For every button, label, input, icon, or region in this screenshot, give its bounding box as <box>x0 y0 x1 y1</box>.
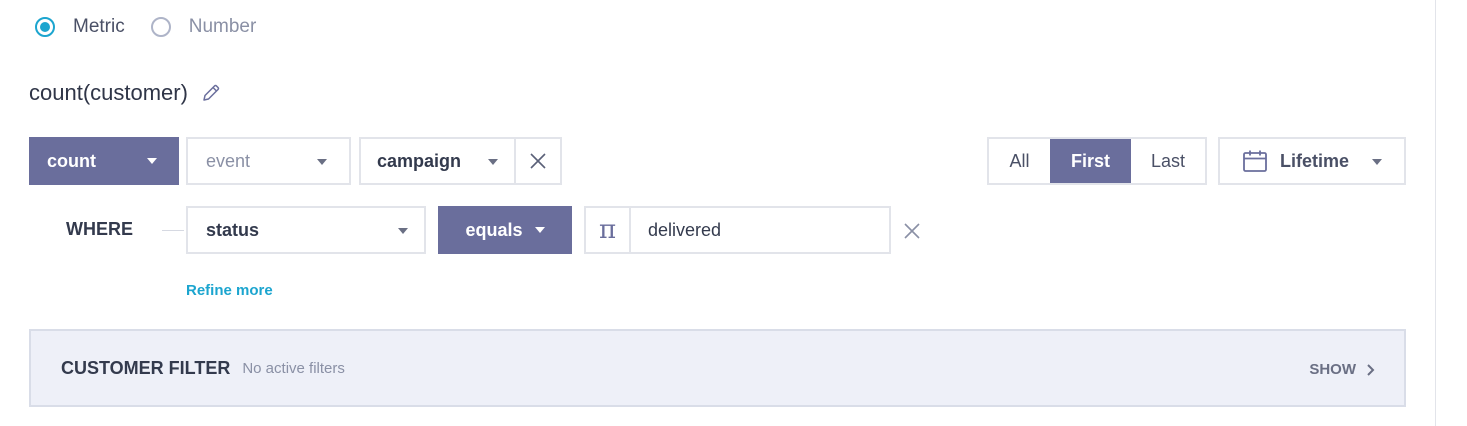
condition-value-input[interactable] <box>629 206 891 254</box>
event-type-label: campaign <box>377 150 462 171</box>
close-icon <box>530 153 546 169</box>
event-type-dropdown[interactable]: campaign <box>359 137 516 185</box>
remove-condition-button[interactable] <box>900 219 924 243</box>
value-type-button[interactable]: π <box>584 206 631 254</box>
occurrence-last-button[interactable]: Last <box>1131 139 1205 183</box>
caret-down-icon <box>1372 159 1382 165</box>
metric-title-text: count(customer) <box>29 80 188 105</box>
metric-radio[interactable]: Metric <box>35 16 125 38</box>
close-icon <box>904 223 920 239</box>
show-filters-label: SHOW <box>1309 361 1356 378</box>
caret-down-icon <box>534 227 545 233</box>
mode-radio-group: Metric Number <box>35 14 282 40</box>
chevron-right-icon <box>1366 363 1376 377</box>
operator-dropdown[interactable]: equals <box>438 206 572 254</box>
caret-down-icon <box>317 159 327 165</box>
customer-filter-panel: CUSTOMER FILTER No active filters SHOW <box>29 329 1406 407</box>
radio-selected-icon <box>35 17 55 37</box>
right-divider <box>1435 0 1436 426</box>
refine-more-link[interactable]: Refine more <box>186 282 273 299</box>
operator-label: equals <box>465 219 523 240</box>
caret-down-icon <box>398 228 408 234</box>
aggregation-function-label: count <box>47 150 96 171</box>
where-label: WHERE <box>66 219 133 239</box>
property-label: status <box>206 219 260 240</box>
caret-down-icon <box>488 159 498 165</box>
metric-title: count(customer) <box>29 80 222 106</box>
pi-icon: π <box>598 215 617 245</box>
radio-unselected-icon <box>150 17 171 37</box>
metric-radio-label: Metric <box>73 16 125 37</box>
property-dropdown[interactable]: status <box>186 206 426 254</box>
pencil-icon[interactable] <box>200 82 222 104</box>
show-filters-button[interactable]: SHOW <box>1309 361 1376 378</box>
aggregation-function-dropdown[interactable]: count <box>29 137 179 185</box>
customer-filter-title: CUSTOMER FILTER <box>61 357 231 378</box>
caret-down-icon <box>147 158 157 164</box>
number-radio[interactable]: Number <box>150 16 257 38</box>
date-range-label: Lifetime <box>1280 150 1350 171</box>
occurrence-toggle: All First Last <box>987 137 1207 185</box>
source-dropdown-placeholder: event <box>206 150 251 171</box>
occurrence-all-button[interactable]: All <box>989 139 1050 183</box>
number-radio-label: Number <box>188 16 257 37</box>
clear-event-button[interactable] <box>514 137 562 185</box>
date-range-dropdown[interactable]: Lifetime <box>1218 137 1406 185</box>
source-dropdown[interactable]: event <box>186 137 351 185</box>
occurrence-first-button[interactable]: First <box>1050 139 1131 183</box>
where-connector <box>162 230 184 231</box>
customer-filter-status: No active filters <box>242 359 345 377</box>
calendar-icon <box>1242 149 1268 173</box>
